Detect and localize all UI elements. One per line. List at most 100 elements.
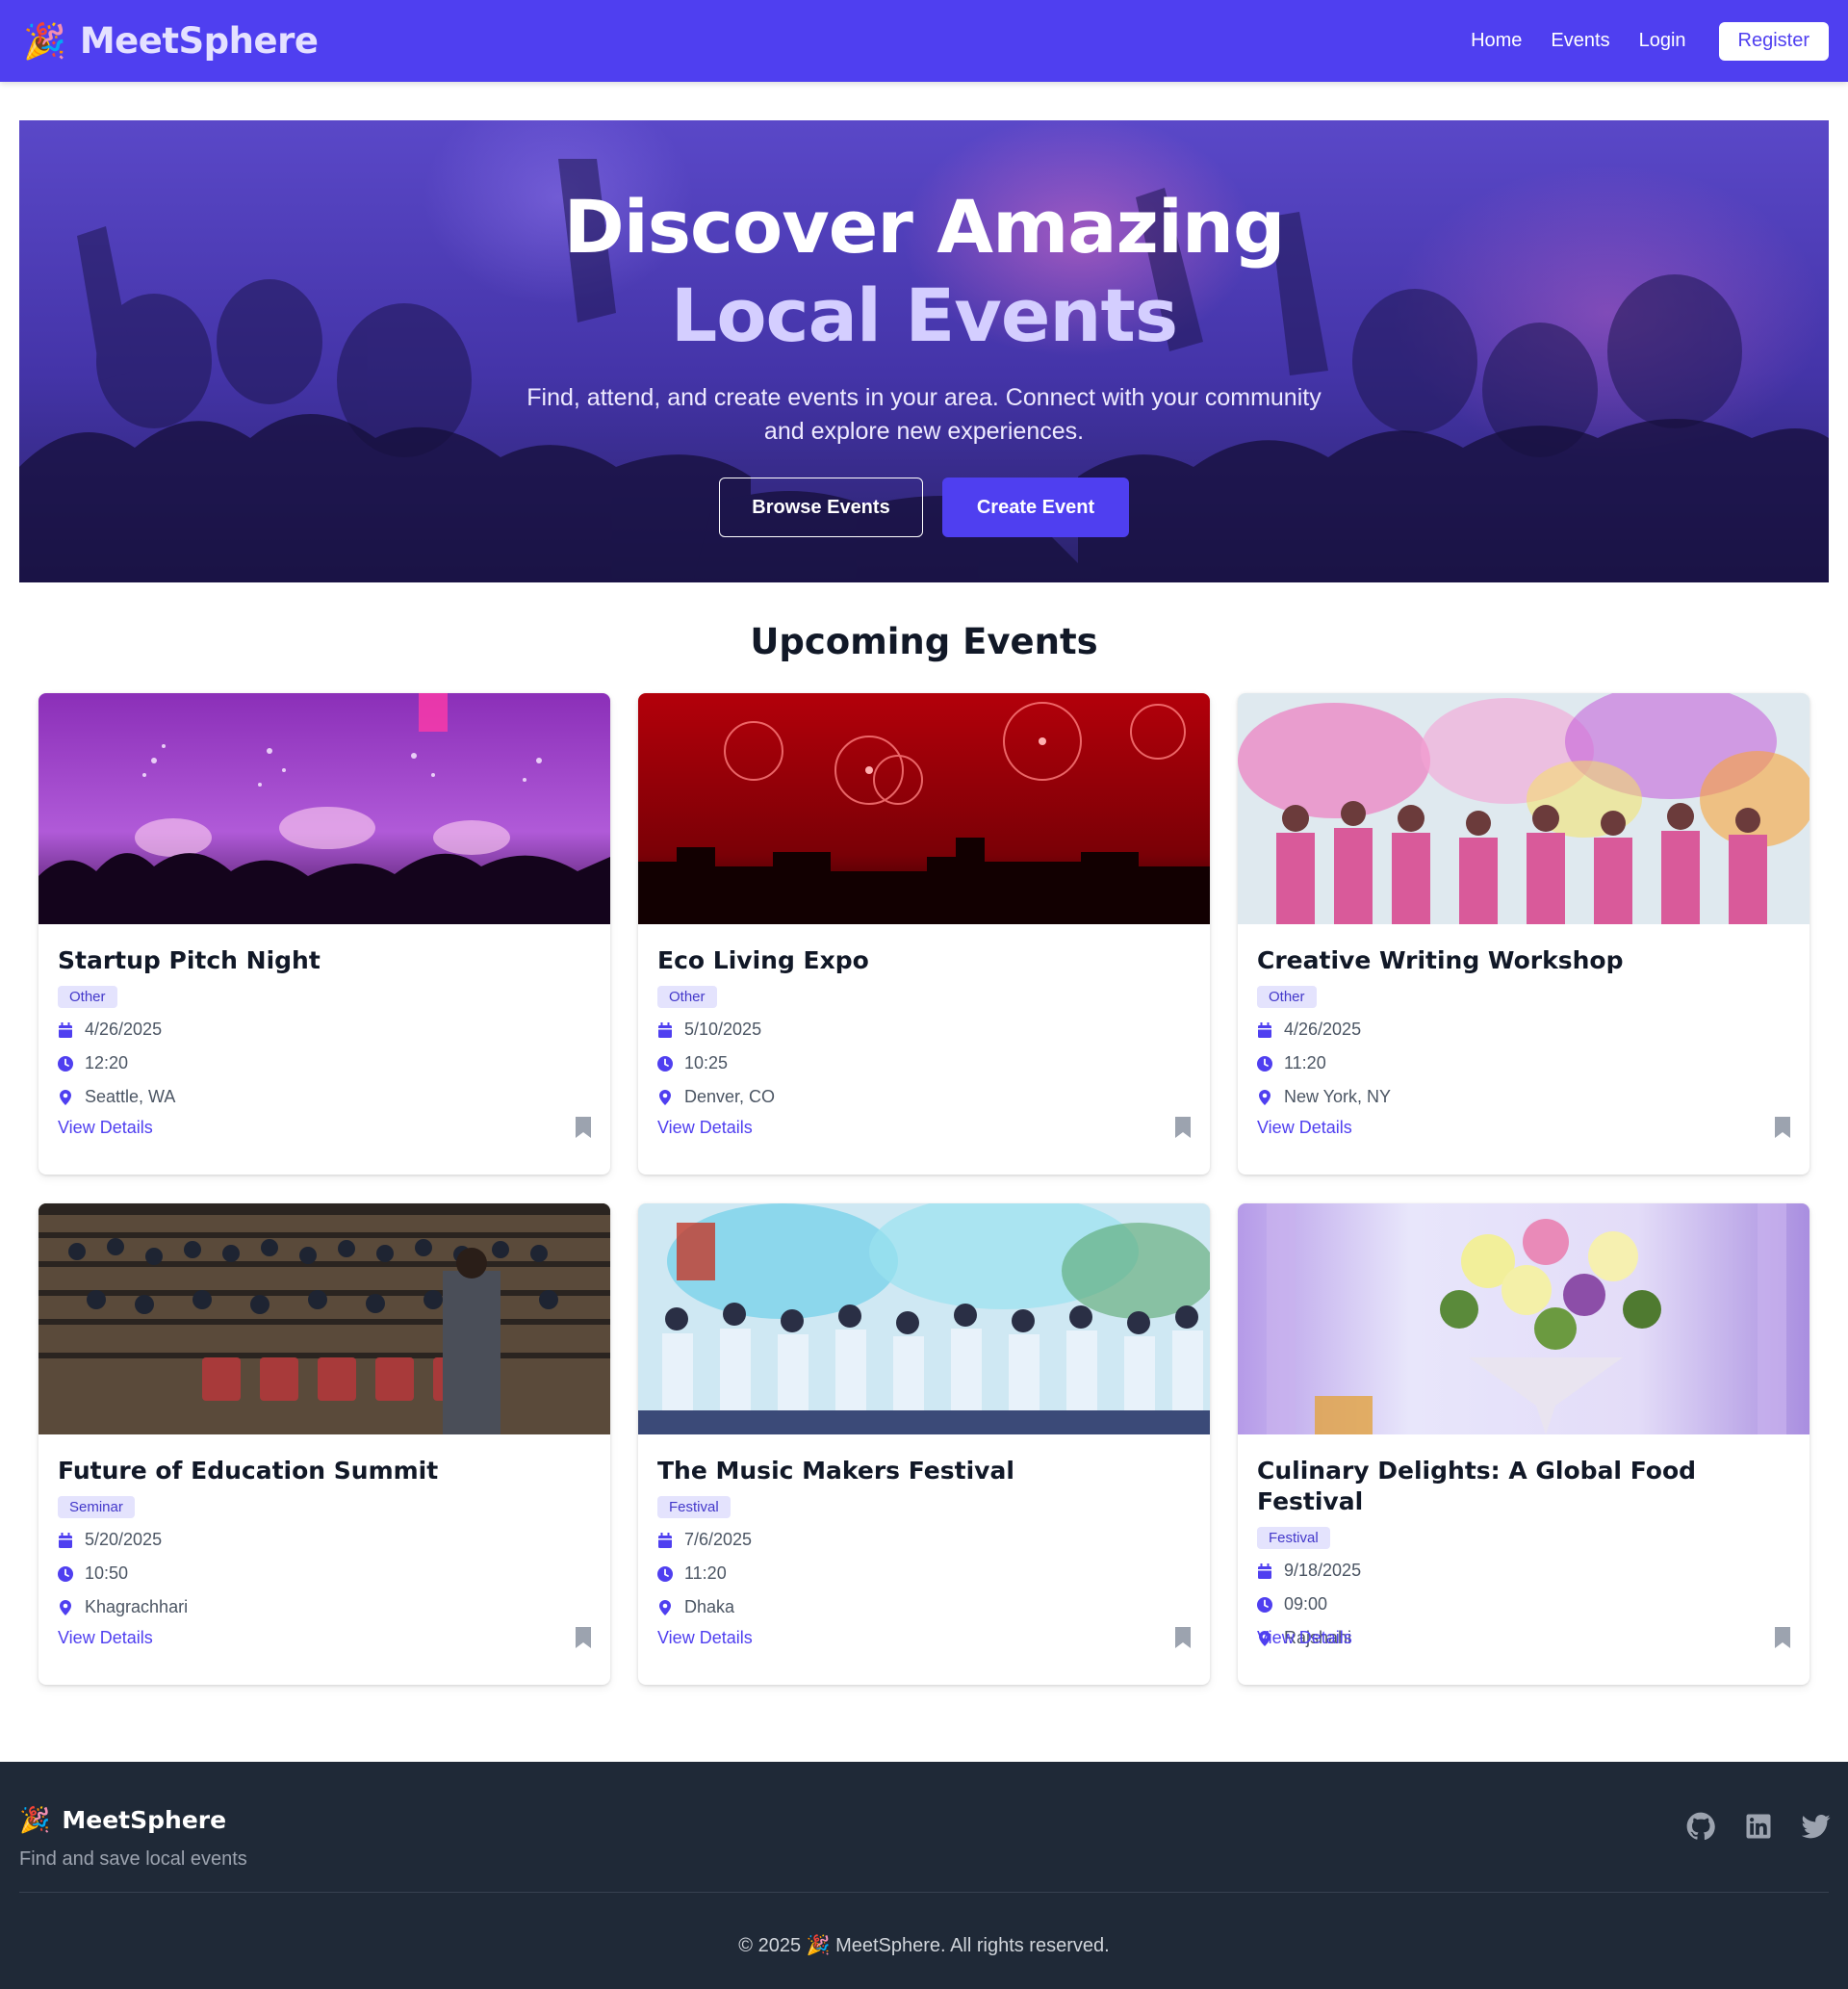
- linkedin-icon[interactable]: [1744, 1812, 1773, 1841]
- event-location: Dhaka: [657, 1595, 1191, 1619]
- event-date-text: 9/18/2025: [1284, 1561, 1362, 1580]
- twitter-icon[interactable]: [1802, 1812, 1831, 1841]
- github-icon[interactable]: [1686, 1812, 1715, 1841]
- map-pin-icon: [58, 1599, 73, 1615]
- event-date-text: 5/10/2025: [684, 1020, 762, 1039]
- event-card-body: Future of Education Summit Seminar 5/20/…: [38, 1434, 610, 1685]
- nav-link-events[interactable]: Events: [1551, 30, 1609, 52]
- bookmark-icon[interactable]: [576, 1627, 591, 1648]
- event-card[interactable]: Creative Writing Workshop Other 4/26/202…: [1238, 693, 1810, 1175]
- clock-icon: [1257, 1596, 1272, 1613]
- view-details-link[interactable]: View Details: [657, 1628, 753, 1648]
- hero-title-line2: Local Events: [670, 272, 1178, 358]
- event-time-text: 11:20: [1284, 1053, 1326, 1072]
- nav-link-login[interactable]: Login: [1639, 30, 1686, 52]
- party-popper-icon: 🎉: [19, 1805, 51, 1834]
- event-card[interactable]: Culinary Delights: A Global Food Festiva…: [1238, 1203, 1810, 1685]
- footer-tagline: Find and save local events: [19, 1848, 247, 1870]
- hero-subtitle: Find, attend, and create events in your …: [526, 384, 1322, 445]
- bookmark-icon[interactable]: [1175, 1627, 1191, 1648]
- event-card-footer: View Details: [1257, 1627, 1790, 1648]
- event-title: Culinary Delights: A Global Food Festiva…: [1257, 1457, 1697, 1515]
- clock-icon: [657, 1565, 673, 1582]
- clock-icon: [58, 1055, 73, 1072]
- event-card-body: Creative Writing Workshop Other 4/26/202…: [1238, 924, 1810, 1175]
- view-details-link[interactable]: View Details: [58, 1118, 153, 1138]
- event-date: 5/20/2025: [58, 1528, 591, 1552]
- calendar-icon: [657, 1021, 673, 1038]
- clock-icon: [657, 1055, 673, 1072]
- event-date-text: 4/26/2025: [1284, 1020, 1362, 1039]
- footer-divider: [19, 1892, 1829, 1893]
- event-location-text: Seattle, WA: [85, 1087, 176, 1106]
- event-date-text: 7/6/2025: [684, 1530, 753, 1549]
- event-time-text: 11:20: [684, 1563, 727, 1583]
- view-details-link[interactable]: View Details: [1257, 1628, 1352, 1648]
- create-event-button[interactable]: Create Event: [942, 478, 1129, 537]
- category-badge: Festival: [657, 1496, 731, 1518]
- event-card-footer: View Details: [657, 1627, 1191, 1648]
- navbar: 🎉 MeetSphere Home Events Login Register: [0, 0, 1848, 82]
- event-card-footer: View Details: [58, 1117, 591, 1138]
- event-time-text: 09:00: [1284, 1594, 1328, 1614]
- event-image[interactable]: [638, 693, 1210, 924]
- event-card-body: Culinary Delights: A Global Food Festiva…: [1238, 1434, 1810, 1685]
- category-badge: Other: [657, 986, 717, 1008]
- event-image[interactable]: [38, 1203, 610, 1434]
- view-details-link[interactable]: View Details: [58, 1628, 153, 1648]
- event-card-body: Startup Pitch Night Other 4/26/2025 12:2…: [38, 924, 610, 1175]
- event-image[interactable]: [1238, 693, 1810, 924]
- event-time: 10:25: [657, 1051, 1191, 1075]
- clock-icon: [58, 1565, 73, 1582]
- event-card[interactable]: Eco Living Expo Other 5/10/2025 10:25 De…: [638, 693, 1210, 1175]
- event-card[interactable]: Future of Education Summit Seminar 5/20/…: [38, 1203, 610, 1685]
- nav-links: Home Events Login Register: [1471, 21, 1829, 61]
- event-image[interactable]: [38, 693, 610, 924]
- map-pin-icon: [657, 1599, 673, 1615]
- event-date-text: 5/20/2025: [85, 1530, 163, 1549]
- calendar-icon: [657, 1532, 673, 1548]
- calendar-icon: [58, 1021, 73, 1038]
- event-time-text: 12:20: [85, 1053, 129, 1072]
- nav-link-home[interactable]: Home: [1471, 30, 1522, 52]
- event-time: 11:20: [1257, 1051, 1790, 1075]
- bookmark-icon[interactable]: [1775, 1627, 1790, 1648]
- hero-content: Discover Amazing Local Events Find, atte…: [19, 120, 1829, 582]
- event-date: 4/26/2025: [1257, 1018, 1790, 1042]
- event-time: 12:20: [58, 1051, 591, 1075]
- brand[interactable]: 🎉 MeetSphere: [23, 20, 319, 62]
- register-button[interactable]: Register: [1718, 21, 1829, 61]
- event-image[interactable]: [638, 1203, 1210, 1434]
- event-location-text: Dhaka: [684, 1597, 735, 1616]
- event-card[interactable]: The Music Makers Festival Festival 7/6/2…: [638, 1203, 1210, 1685]
- view-details-link[interactable]: View Details: [657, 1118, 753, 1138]
- copyright: © 2025 🎉 MeetSphere. All rights reserved…: [738, 1935, 1110, 1956]
- event-title: Future of Education Summit: [58, 1457, 439, 1485]
- view-details-link[interactable]: View Details: [1257, 1118, 1352, 1138]
- event-date: 7/6/2025: [657, 1528, 1191, 1552]
- map-pin-icon: [657, 1089, 673, 1105]
- event-time-text: 10:25: [684, 1053, 729, 1072]
- bookmark-icon[interactable]: [1775, 1117, 1790, 1138]
- event-location: Denver, CO: [657, 1085, 1191, 1109]
- map-pin-icon: [1257, 1089, 1272, 1105]
- event-card-footer: View Details: [1257, 1117, 1790, 1138]
- footer-brand[interactable]: 🎉 MeetSphere: [19, 1805, 226, 1835]
- event-title: Creative Writing Workshop: [1257, 946, 1624, 974]
- event-time: 11:20: [657, 1562, 1191, 1586]
- event-card[interactable]: Startup Pitch Night Other 4/26/2025 12:2…: [38, 693, 610, 1175]
- bookmark-icon[interactable]: [1175, 1117, 1191, 1138]
- event-card-body: The Music Makers Festival Festival 7/6/2…: [638, 1434, 1210, 1685]
- browse-events-button[interactable]: Browse Events: [719, 478, 923, 537]
- event-title: Eco Living Expo: [657, 946, 869, 974]
- event-image[interactable]: [1238, 1203, 1810, 1434]
- calendar-icon: [1257, 1021, 1272, 1038]
- party-popper-icon: 🎉: [23, 20, 66, 61]
- category-badge: Other: [1257, 986, 1317, 1008]
- clock-icon: [1257, 1055, 1272, 1072]
- event-location: New York, NY: [1257, 1085, 1790, 1109]
- event-card-footer: View Details: [58, 1627, 591, 1648]
- event-location-text: Khagrachhari: [85, 1597, 189, 1616]
- map-pin-icon: [58, 1089, 73, 1105]
- bookmark-icon[interactable]: [576, 1117, 591, 1138]
